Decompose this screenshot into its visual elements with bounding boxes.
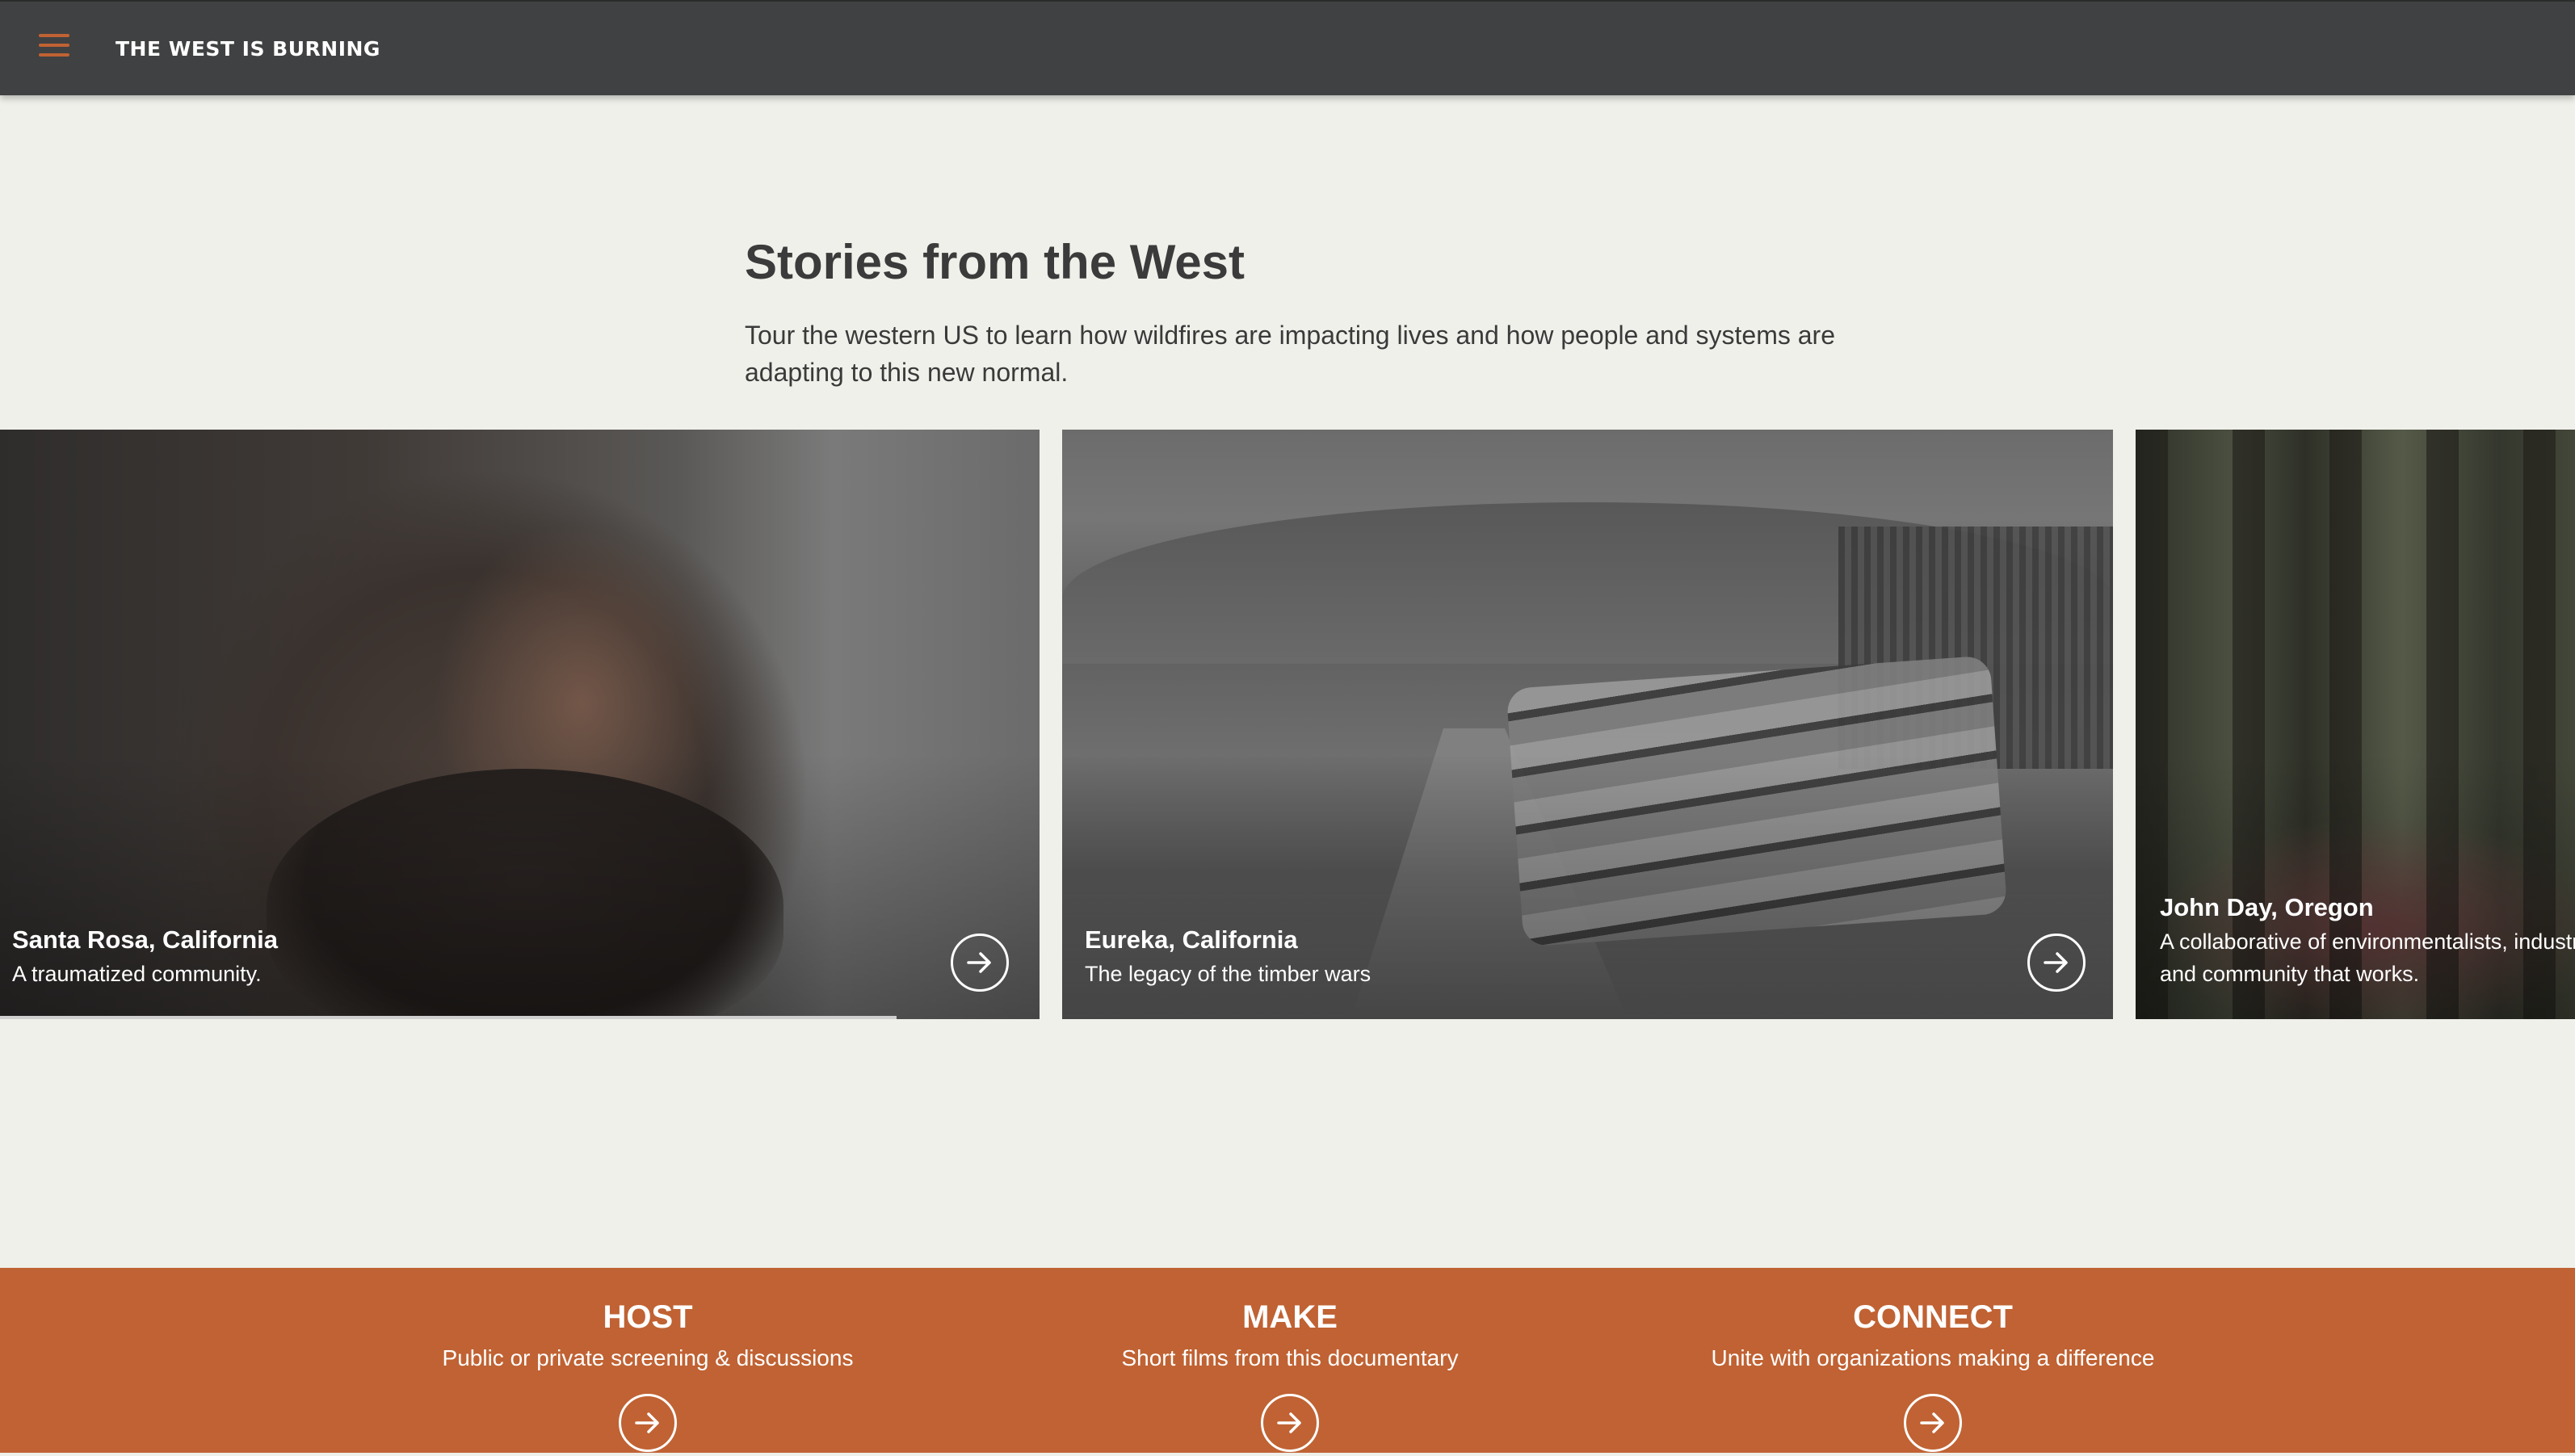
footer-heading: MAKE (1242, 1299, 1338, 1335)
intro-description: Tour the western US to learn how wildfir… (745, 321, 1835, 387)
video-progress-bar[interactable] (0, 1016, 897, 1019)
story-title: Santa Rosa, California (12, 925, 279, 954)
story-card-eureka[interactable]: Eureka, California The legacy of the tim… (1062, 430, 2113, 1019)
story-card-santa-rosa[interactable]: Santa Rosa, California A traumatized com… (0, 430, 1040, 1019)
footer-description: Short films from this documentary (1121, 1345, 1459, 1370)
story-title: John Day, Oregon (2160, 893, 2374, 921)
story-caption: Eureka, California The legacy of the tim… (1085, 922, 1371, 990)
arrow-right-icon[interactable] (619, 1394, 677, 1452)
story-card-john-day[interactable]: John Day, Oregon A collaborative of envi… (2136, 430, 2575, 1019)
story-subtitle: The legacy of the timber wars (1085, 962, 1372, 986)
top-navigation-bar: THE WEST IS BURNING (0, 0, 2575, 95)
footer-item-make[interactable]: MAKE Short films from this documentary (1007, 1292, 1573, 1456)
story-subtitle: A traumatized community. (12, 962, 262, 986)
story-caption: John Day, Oregon A collaborative of envi… (2160, 890, 2575, 990)
footer-item-connect[interactable]: CONNECT Unite with organizations making … (1650, 1292, 2216, 1456)
footer-description: Public or private screening & discussion… (442, 1345, 854, 1370)
story-subtitle: A collaborative of environmentalists, in… (2160, 929, 2575, 986)
page-title: Stories from the West (745, 235, 1245, 289)
hamburger-menu-icon[interactable] (39, 32, 71, 60)
arrow-right-icon[interactable] (1261, 1394, 1319, 1452)
footer-heading: HOST (603, 1299, 693, 1335)
site-title[interactable]: THE WEST IS BURNING (116, 37, 380, 61)
story-caption: Santa Rosa, California A traumatized com… (12, 922, 278, 990)
arrow-right-icon[interactable] (1904, 1394, 1962, 1452)
story-title: Eureka, California (1085, 925, 1298, 954)
arrow-right-icon[interactable] (2027, 934, 2086, 992)
arrow-right-icon[interactable] (951, 934, 1009, 992)
action-footer: HOST Public or private screening & discu… (0, 1268, 2575, 1453)
footer-item-host[interactable]: HOST Public or private screening & discu… (365, 1292, 930, 1456)
footer-heading: CONNECT (1853, 1299, 2013, 1335)
footer-description: Unite with organizations making a differ… (1711, 1345, 2155, 1370)
intro-section: Stories from the West Tour the western U… (745, 226, 1876, 391)
